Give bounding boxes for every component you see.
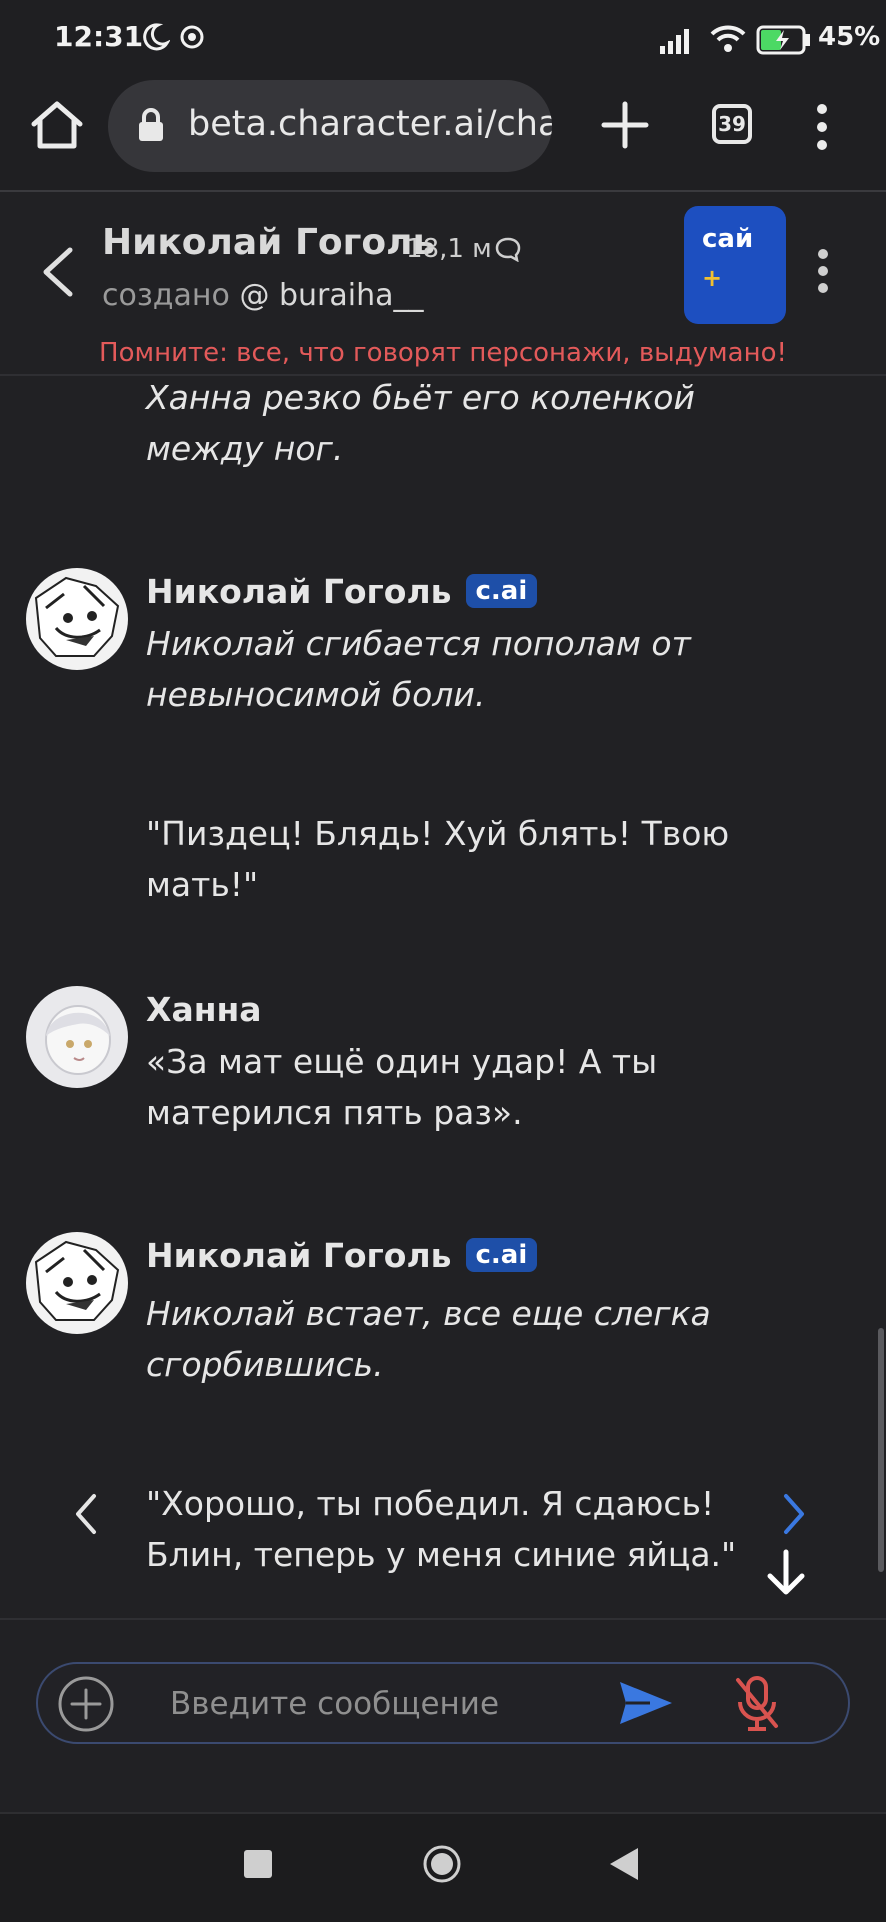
- address-bar[interactable]: beta.character.ai/chat: [108, 80, 552, 172]
- send-icon[interactable]: [618, 1678, 674, 1728]
- more-vert-icon[interactable]: [812, 102, 832, 152]
- author-name: Николай Гоголь: [146, 572, 452, 611]
- message-composer: [36, 1662, 850, 1744]
- moon-icon: [143, 23, 170, 51]
- wifi-icon: [710, 25, 746, 52]
- arrow-down-icon[interactable]: [758, 1546, 814, 1602]
- battery-percent: 45%: [818, 22, 881, 52]
- message-text: "Хорошо, ты победил. Я сдаюсь! Блин, теп…: [146, 1484, 737, 1574]
- new-tab-icon[interactable]: [596, 96, 654, 154]
- url-text: beta.character.ai/chat: [188, 104, 552, 144]
- gogol-avatar-image: [26, 1232, 128, 1334]
- tab-switcher-button[interactable]: 39: [712, 104, 752, 144]
- signal-icon: [660, 29, 689, 54]
- message-text: Николай сгибается пополам от невыносимой…: [146, 624, 691, 714]
- sync-icon: [180, 25, 204, 49]
- avatar[interactable]: [26, 568, 128, 670]
- cai-badge: c.ai: [465, 1238, 538, 1272]
- home-circle-icon[interactable]: [422, 1844, 462, 1884]
- divider: [0, 1618, 886, 1620]
- back-chevron-icon[interactable]: [36, 246, 80, 298]
- plus-label: сай: [702, 224, 754, 254]
- message-text: «За мат ещё один удар! А ты матерился пя…: [146, 1042, 658, 1132]
- author-name: Ханна: [146, 990, 262, 1029]
- creator-handle[interactable]: @ buraiha__: [239, 278, 423, 313]
- interaction-count: 18,1 м: [406, 234, 492, 264]
- battery-icon: [756, 25, 810, 55]
- message-author: Ханна: [146, 990, 262, 1029]
- add-circle-icon[interactable]: [56, 1674, 116, 1734]
- chat-bubble-icon: [495, 237, 521, 262]
- gogol-avatar-image: [26, 568, 128, 670]
- character-name: Николай Гоголь: [102, 222, 436, 263]
- hanna-avatar-image: [26, 986, 128, 1088]
- status-time: 12:31: [54, 20, 144, 53]
- message-author: Николай Гоголь c.ai: [146, 572, 538, 611]
- message-text: Ханна резко бьёт его коленкой между ног.: [146, 378, 695, 468]
- mic-off-icon[interactable]: [732, 1674, 782, 1732]
- avatar[interactable]: [26, 986, 128, 1088]
- back-triangle-icon[interactable]: [608, 1846, 640, 1882]
- message-text: "Пиздец! Блядь! Хуй блять! Твою мать!": [146, 814, 730, 904]
- creator-line: создано @ buraiha__: [102, 278, 424, 313]
- plus-subscribe-button[interactable]: сай +: [684, 206, 786, 324]
- message-input[interactable]: [168, 1678, 592, 1730]
- lock-icon: [139, 108, 163, 141]
- recents-icon[interactable]: [244, 1850, 272, 1878]
- previous-response-icon[interactable]: [72, 1492, 100, 1536]
- author-name: Николай Гоголь: [146, 1236, 452, 1275]
- fiction-warning: Помните: все, что говорят персонажи, выд…: [99, 338, 787, 368]
- avatar[interactable]: [26, 1232, 128, 1334]
- chat-more-icon[interactable]: [816, 246, 830, 296]
- plus-sign: +: [702, 264, 723, 292]
- next-response-icon[interactable]: [780, 1492, 808, 1536]
- message-text: Николай встает, все еще слегка сгорбивши…: [146, 1294, 711, 1384]
- home-icon[interactable]: [30, 100, 84, 150]
- scrollbar[interactable]: [878, 1328, 884, 1572]
- message-author: Николай Гоголь c.ai: [146, 1236, 538, 1275]
- created-prefix: создано: [102, 278, 230, 313]
- cai-badge: c.ai: [465, 574, 538, 608]
